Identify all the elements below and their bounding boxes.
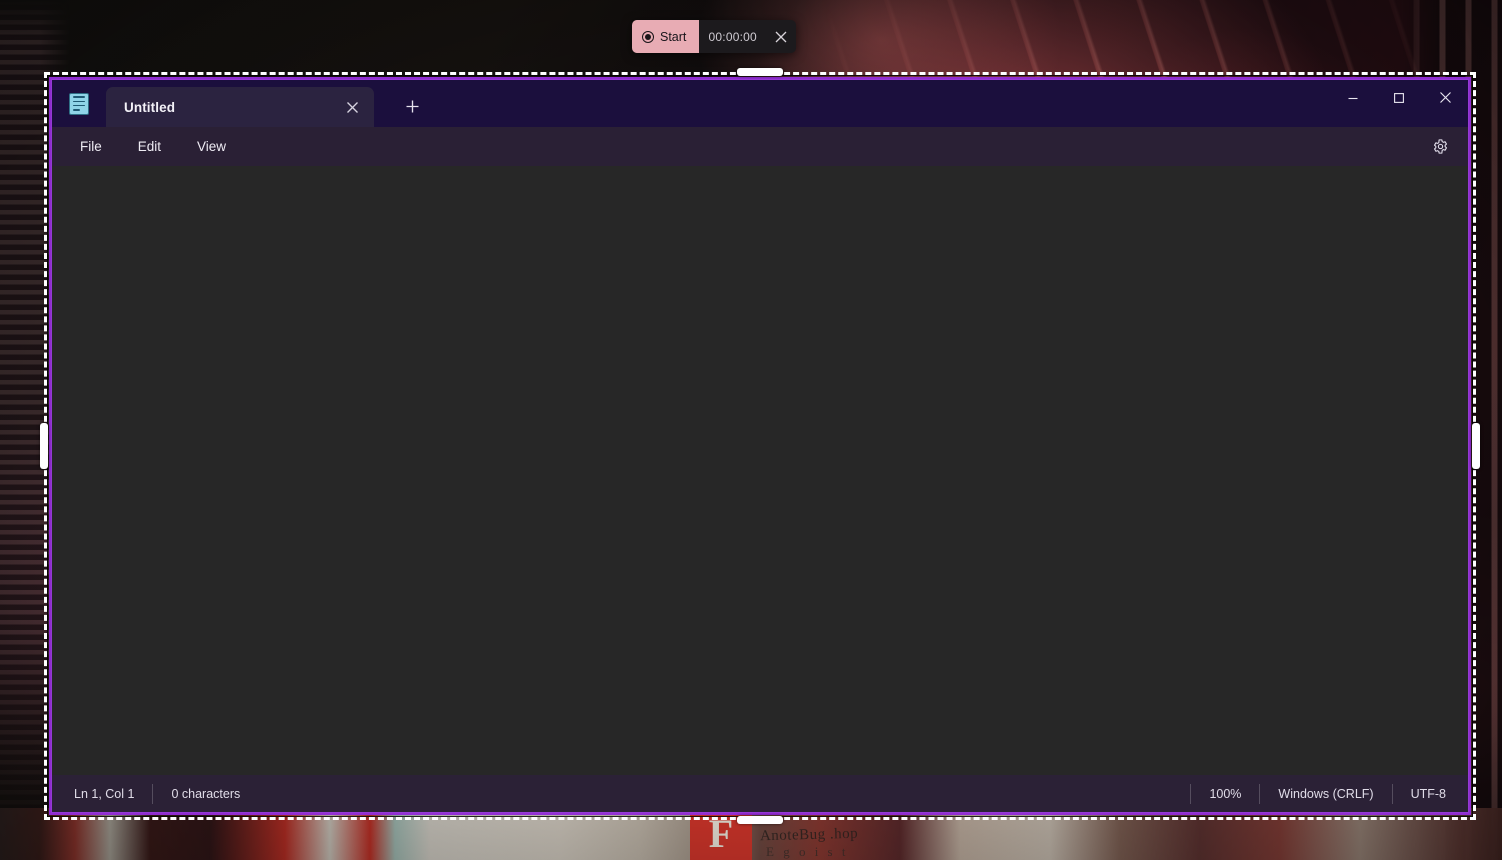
menu-file[interactable]: File — [62, 134, 120, 160]
resize-handle-right[interactable] — [1472, 423, 1480, 469]
close-icon — [775, 31, 787, 42]
recording-start-label: Start — [660, 29, 687, 44]
tab-untitled[interactable]: Untitled — [106, 87, 374, 127]
resize-handle-bottom[interactable] — [737, 816, 783, 824]
status-bar: Ln 1, Col 1 0 characters 100% Windows (C… — [52, 775, 1468, 812]
plus-icon — [406, 100, 418, 112]
text-editor-input[interactable] — [52, 166, 1468, 775]
menu-view[interactable]: View — [179, 134, 244, 160]
notepad-window: Untitled File Edit View Ln 1, Col 1 0 ch… — [52, 80, 1468, 812]
menu-bar: File Edit View — [52, 127, 1468, 166]
minimize-icon — [1348, 97, 1358, 99]
maximize-icon — [1394, 92, 1404, 103]
notepad-icon — [69, 92, 89, 115]
text-editor-area[interactable] — [52, 166, 1468, 775]
recording-timer: 00:00:00 — [708, 29, 757, 44]
screen-recorder-toolbar: Start 00:00:00 — [632, 20, 796, 53]
app-icon-container — [52, 80, 106, 127]
window-close-button[interactable] — [1422, 80, 1468, 115]
status-character-count: 0 characters — [152, 783, 258, 804]
recorder-close-button[interactable] — [766, 20, 796, 53]
window-titlebar[interactable]: Untitled — [52, 80, 1468, 127]
maximize-button[interactable] — [1376, 80, 1422, 115]
tab-strip: Untitled — [106, 80, 1330, 127]
status-zoom-level[interactable]: 100% — [1190, 783, 1259, 804]
recording-start-button[interactable]: Start — [632, 20, 700, 53]
new-tab-button[interactable] — [394, 88, 430, 124]
resize-handle-top[interactable] — [737, 68, 783, 76]
record-circle-icon — [642, 30, 654, 43]
close-icon — [346, 101, 358, 113]
status-cursor-position: Ln 1, Col 1 — [74, 786, 135, 801]
gear-icon — [1433, 139, 1447, 154]
status-encoding[interactable]: UTF-8 — [1391, 783, 1464, 804]
window-controls — [1330, 80, 1468, 127]
minimize-button[interactable] — [1330, 80, 1376, 115]
menu-edit[interactable]: Edit — [120, 134, 179, 160]
resize-handle-left[interactable] — [40, 423, 48, 469]
tab-label: Untitled — [124, 99, 176, 115]
status-line-endings[interactable]: Windows (CRLF) — [1259, 783, 1391, 804]
tab-close-button[interactable] — [338, 93, 366, 121]
close-icon — [1439, 92, 1451, 103]
settings-button[interactable] — [1424, 132, 1456, 162]
